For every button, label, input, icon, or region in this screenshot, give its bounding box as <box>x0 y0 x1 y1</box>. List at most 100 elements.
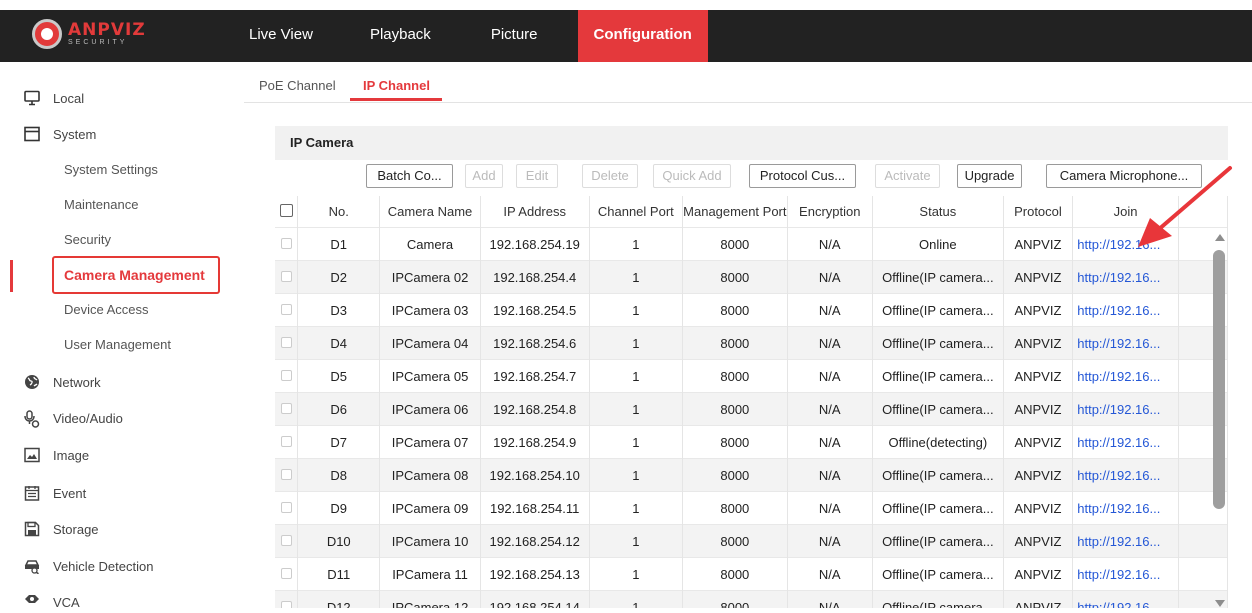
join-link[interactable]: http://192.16... <box>1072 326 1179 360</box>
sidebar-item-vehicle-detection[interactable]: Vehicle Detection <box>0 556 230 576</box>
join-link[interactable]: http://192.16... <box>1072 425 1179 459</box>
column-header[interactable]: Status <box>872 196 1004 228</box>
table-row[interactable]: D4 IPCamera 04 192.168.254.6 1 8000 N/A Offlin… <box>275 326 1228 360</box>
join-link[interactable]: http://192.16... <box>1072 590 1179 608</box>
table-row[interactable]: D7 IPCamera 07 192.168.254.9 1 8000 N/A Offlin… <box>275 425 1228 459</box>
sidebar-item-system-settings[interactable]: System Settings <box>0 162 230 177</box>
sidebar-item-video-audio[interactable]: Video/Audio <box>0 408 230 428</box>
join-link[interactable]: http://192.16... <box>1072 491 1179 525</box>
row-checkbox[interactable] <box>280 237 292 249</box>
join-link[interactable]: http://192.16... <box>1072 458 1179 492</box>
sidebar-item-system[interactable]: System <box>0 124 230 144</box>
column-header[interactable]: Management Port <box>682 196 788 228</box>
delete-button[interactable]: Delete <box>582 164 638 188</box>
protocol: ANPVIZ <box>1003 260 1074 294</box>
table-row[interactable]: D10 IPCamera 10 192.168.254.12 1 8000 N/A Offl… <box>275 524 1228 558</box>
join-link[interactable]: http://192.16... <box>1072 293 1179 327</box>
sidebar-item-user-management[interactable]: User Management <box>0 337 230 352</box>
select-all-checkbox[interactable] <box>279 203 293 217</box>
add-button[interactable]: Add <box>465 164 503 188</box>
table-row[interactable]: D2 IPCamera 02 192.168.254.4 1 8000 N/A Offlin… <box>275 260 1228 294</box>
management-port: 8000 <box>682 590 788 608</box>
management-port: 8000 <box>682 227 788 261</box>
join-link[interactable]: http://192.16... <box>1072 260 1179 294</box>
sidebar-item-network[interactable]: Network <box>0 372 230 392</box>
sidebar-item-image[interactable]: Image <box>0 445 230 465</box>
row-checkbox[interactable] <box>280 567 292 579</box>
row-checkbox[interactable] <box>280 369 292 381</box>
row-checkbox-cell <box>275 557 299 591</box>
sidebar-item-maintenance[interactable]: Maintenance <box>0 197 230 212</box>
table-row[interactable]: D6 IPCamera 06 192.168.254.8 1 8000 N/A Offlin… <box>275 392 1228 426</box>
ip-address: 192.168.254.5 <box>480 293 590 327</box>
nav-configuration[interactable]: Configuration <box>577 10 708 62</box>
table-row[interactable]: D5 IPCamera 05 192.168.254.7 1 8000 N/A Offlin… <box>275 359 1228 393</box>
camera-name: IPCamera 06 <box>379 392 481 426</box>
row-checkbox[interactable] <box>280 600 292 608</box>
vehicle-search-icon <box>24 558 40 575</box>
ip-camera-panel: IP Camera Batch Co... Add Edit Delete Qu… <box>275 126 1228 608</box>
sidebar-item-local[interactable]: Local <box>0 88 230 108</box>
channel-port: 1 <box>589 326 684 360</box>
row-checkbox[interactable] <box>280 336 292 348</box>
scroll-down-arrow-icon[interactable] <box>1215 600 1225 607</box>
column-header[interactable]: Protocol <box>1003 196 1074 228</box>
column-header[interactable]: Camera Name <box>379 196 481 228</box>
edit-button[interactable]: Edit <box>516 164 558 188</box>
table-row[interactable]: D8 IPCamera 08 192.168.254.10 1 8000 N/A Offli… <box>275 458 1228 492</box>
row-checkbox[interactable] <box>280 303 292 315</box>
ip-address: 192.168.254.11 <box>480 491 590 525</box>
batch-config-button[interactable]: Batch Co... <box>366 164 453 188</box>
encryption: N/A <box>787 227 874 261</box>
table-row[interactable]: D12 IPCamera 12 192.168.254.14 1 8000 N/A Offl… <box>275 590 1228 608</box>
table-scrollbar[interactable] <box>1213 226 1227 608</box>
column-header[interactable]: Channel Port <box>589 196 684 228</box>
row-checkbox-cell <box>275 392 299 426</box>
row-checkbox[interactable] <box>280 534 292 546</box>
row-checkbox[interactable] <box>280 402 292 414</box>
row-checkbox-cell <box>275 359 299 393</box>
active-indicator <box>10 260 13 292</box>
encryption: N/A <box>787 359 874 393</box>
sidebar-item-security[interactable]: Security <box>0 232 230 247</box>
table-header-row: No. Camera Name IP Address Channel Port … <box>275 196 1228 228</box>
monitor-icon <box>24 90 40 106</box>
row-checkbox[interactable] <box>280 435 292 447</box>
quick-add-button[interactable]: Quick Add <box>653 164 731 188</box>
brand-logo: ANPVIZ SECURITY <box>32 15 146 53</box>
column-header[interactable]: IP Address <box>480 196 590 228</box>
join-link[interactable]: http://192.16... <box>1072 392 1179 426</box>
tab-poe-channel[interactable]: PoE Channel <box>259 78 336 93</box>
join-link[interactable]: http://192.16... <box>1072 524 1179 558</box>
row-checkbox-cell <box>275 590 299 608</box>
row-checkbox[interactable] <box>280 468 292 480</box>
column-header[interactable]: No. <box>297 196 381 228</box>
table-row[interactable]: D1 Camera 192.168.254.19 1 8000 N/A Online ANPV… <box>275 227 1228 261</box>
row-checkbox[interactable] <box>280 270 292 282</box>
tab-ip-channel[interactable]: IP Channel <box>363 78 430 93</box>
sidebar-item-camera-management[interactable]: Camera Management <box>52 256 220 294</box>
activate-button[interactable]: Activate <box>875 164 940 188</box>
scroll-thumb[interactable] <box>1213 250 1225 509</box>
table-row[interactable]: D3 IPCamera 03 192.168.254.5 1 8000 N/A Offlin… <box>275 293 1228 327</box>
join-link[interactable]: http://192.16... <box>1072 557 1179 591</box>
nav-live-view[interactable]: Live View <box>230 10 332 62</box>
sidebar-item-device-access[interactable]: Device Access <box>0 302 230 317</box>
row-number: D2 <box>297 260 381 294</box>
join-link[interactable]: http://192.16... <box>1072 359 1179 393</box>
table-row[interactable]: D11 IPCamera 11 192.168.254.13 1 8000 N/A Offl… <box>275 557 1228 591</box>
table-row[interactable]: D9 IPCamera 09 192.168.254.11 1 8000 N/A Offli… <box>275 491 1228 525</box>
protocol: ANPVIZ <box>1003 524 1074 558</box>
management-port: 8000 <box>682 557 788 591</box>
sidebar-item-event[interactable]: Event <box>0 483 230 503</box>
sidebar-item-vca[interactable]: VCA <box>0 592 230 612</box>
row-checkbox[interactable] <box>280 501 292 513</box>
column-header[interactable]: Encryption <box>787 196 874 228</box>
upgrade-button[interactable]: Upgrade <box>957 164 1022 188</box>
protocol-custom-button[interactable]: Protocol Cus... <box>749 164 856 188</box>
nav-playback[interactable]: Playback <box>332 10 459 62</box>
nav-picture[interactable]: Picture <box>459 10 578 62</box>
status: Offline(IP camera... <box>872 458 1004 492</box>
sidebar-item-storage[interactable]: Storage <box>0 519 230 539</box>
management-port: 8000 <box>682 425 788 459</box>
